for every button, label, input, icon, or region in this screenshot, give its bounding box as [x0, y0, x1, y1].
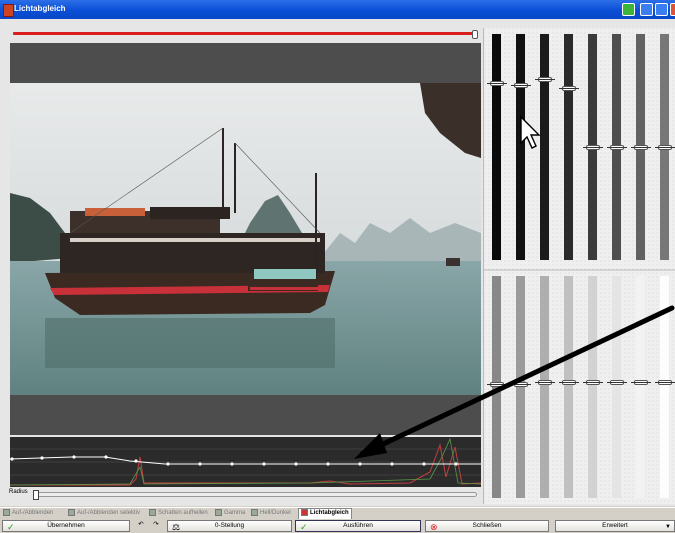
tab-icon — [3, 509, 10, 516]
undo-button[interactable]: ↶ — [134, 520, 148, 532]
upper-slider-handle-5[interactable] — [582, 144, 603, 150]
radius-slider-track[interactable] — [34, 492, 477, 497]
apply-button[interactable]: ✓ Übernehmen — [2, 520, 130, 532]
window-title: Lichtabgleich — [14, 4, 66, 13]
close-window-button[interactable] — [670, 3, 675, 16]
app-icon — [3, 4, 14, 17]
top-adjust-slider-track[interactable] — [13, 32, 475, 35]
tab-icon — [301, 509, 308, 516]
tab-hell-dunkel[interactable]: Hell/Dunkel — [251, 509, 291, 518]
redo-icon: ↷ — [153, 521, 159, 528]
upper-slider-track-1[interactable] — [492, 34, 501, 260]
bottom-toolbar: ✓ Übernehmen ↶ ↷ ⚖ 0-Stellung ✓ Ausführe… — [0, 519, 675, 533]
tab-icon — [68, 509, 75, 516]
check-icon: ✓ — [7, 522, 15, 532]
maximize-button[interactable] — [655, 3, 668, 16]
redo-button[interactable]: ↷ — [149, 520, 163, 532]
upper-slider-handle-8[interactable] — [654, 144, 675, 150]
green-status-icon[interactable] — [622, 3, 635, 16]
upper-slider-handle-7[interactable] — [630, 144, 651, 150]
tab-lichtabgleich[interactable]: Lichtabgleich — [298, 508, 352, 519]
upper-slider-track-4[interactable] — [564, 34, 573, 260]
tab-icon — [149, 509, 156, 516]
upper-slider-handle-3[interactable] — [534, 76, 555, 82]
radius-label: Radius — [9, 489, 28, 495]
tab-schatten-aufhellen[interactable]: Schatten aufhellen — [149, 509, 208, 518]
upper-slider-handle-4[interactable] — [558, 85, 579, 91]
minimize-button[interactable] — [640, 3, 653, 16]
radius-slider-handle[interactable] — [33, 490, 39, 500]
advanced-dropdown[interactable]: Erweitert ▼ — [555, 520, 675, 532]
title-bar[interactable]: Lichtabgleich — [0, 0, 675, 19]
mouse-cursor-icon — [520, 115, 541, 149]
undo-icon: ↶ — [138, 521, 144, 528]
tab-icon — [215, 509, 222, 516]
close-circle-icon: ⊗ — [430, 522, 438, 532]
chevron-down-icon: ▼ — [665, 524, 671, 530]
scale-icon: ⚖ — [172, 522, 181, 532]
run-icon: ✓ — [300, 522, 308, 532]
tool-tab-strip: Auf-/Abblenden Auf-/Abblenden selektiv S… — [0, 507, 675, 519]
close-button[interactable]: ⊗ Schließen — [425, 520, 549, 532]
upper-slider-handle-6[interactable] — [606, 144, 627, 150]
top-adjust-slider-handle[interactable] — [472, 30, 478, 39]
zero-position-button[interactable]: ⚖ 0-Stellung — [167, 520, 292, 532]
upper-slider-handle-2[interactable] — [510, 83, 531, 89]
tab-auf-abblenden[interactable]: Auf-/Abblenden — [3, 509, 53, 518]
upper-slider-track-3[interactable] — [540, 34, 549, 260]
upper-slider-handle-1[interactable] — [486, 81, 507, 87]
tab-gamma[interactable]: Gamma — [215, 509, 245, 518]
tab-icon — [251, 509, 258, 516]
tab-auf-abblenden-selektiv[interactable]: Auf-/Abblenden selektiv — [68, 509, 140, 518]
execute-button[interactable]: ✓ Ausführen — [295, 520, 421, 532]
annotation-arrow-icon — [354, 305, 675, 459]
